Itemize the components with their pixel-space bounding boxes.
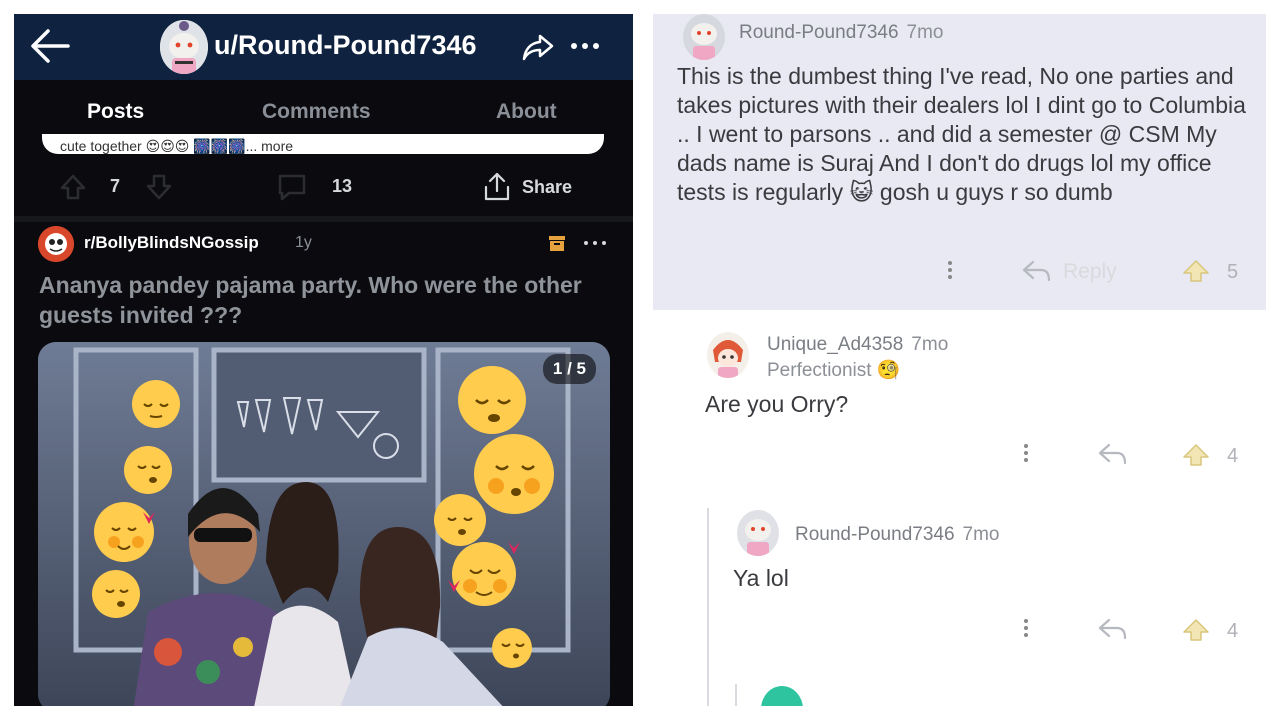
post-header: r/BollyBlindsNGossip 1y	[14, 224, 633, 264]
subreddit-name[interactable]: r/BollyBlindsNGossip	[84, 233, 259, 253]
vote-count: 4	[1227, 620, 1239, 642]
upvote-icon[interactable]	[58, 172, 88, 202]
party-photo	[38, 342, 610, 706]
previous-post-snippet: cute together 😍😍😍 🎆🎆🎆... more	[60, 138, 294, 154]
feed-divider	[14, 216, 633, 222]
commenter-avatar[interactable]	[707, 332, 749, 378]
commenter-avatar[interactable]	[683, 14, 725, 60]
downvote-icon[interactable]	[144, 172, 174, 202]
upvote-icon[interactable]	[1181, 617, 1211, 643]
comment-body: Ya lol	[733, 565, 789, 591]
reply-icon[interactable]	[1097, 616, 1131, 644]
upvote-icon[interactable]	[1181, 442, 1211, 468]
post-action-bar: 7 13 Share	[14, 166, 633, 210]
subreddit-icon[interactable]	[38, 226, 74, 262]
vote-count: 4	[1227, 445, 1239, 467]
comment-body: Are you Orry?	[705, 391, 849, 417]
thread-indent-line	[707, 508, 709, 706]
comment-more-icon[interactable]	[1019, 441, 1033, 467]
comment-body: This is the dumbest thing I've read, No …	[677, 63, 1246, 205]
thread-indent-line	[735, 684, 737, 706]
post-title[interactable]: Ananya pandey pajama party. Who were the…	[39, 270, 619, 330]
vote-count: 7	[110, 176, 121, 196]
comment-bubble-icon[interactable]	[276, 172, 308, 202]
screenshot-collage: u/Round-Pound7346 Posts Comments About c…	[0, 0, 1280, 720]
archive-icon[interactable]	[548, 234, 566, 252]
previous-post-preview[interactable]: cute together 😍😍😍 🎆🎆🎆... more	[42, 134, 604, 154]
comment-more-icon[interactable]	[943, 258, 957, 284]
carousel-page-indicator: 1 / 5	[542, 354, 596, 384]
reply-icon[interactable]	[1097, 441, 1131, 469]
comment-thread-screen: Round-Pound7346 7mo This is the dumbest t…	[653, 14, 1266, 706]
profile-header-bar: u/Round-Pound7346	[14, 14, 633, 80]
vote-count: 5	[1227, 261, 1239, 283]
user-flair: Perfectionist 🧐	[767, 360, 901, 381]
tab-about[interactable]: About	[496, 100, 557, 124]
more-options-icon[interactable]	[567, 32, 603, 60]
back-arrow-icon[interactable]	[28, 26, 72, 66]
commenter-avatar[interactable]	[761, 686, 803, 706]
post-image-carousel[interactable]: 1 / 5	[38, 342, 610, 706]
share-label: Share	[522, 177, 573, 197]
post-age: 1y	[295, 234, 312, 251]
reply-label: Reply	[1063, 260, 1117, 283]
tab-comments[interactable]: Comments	[262, 100, 371, 124]
reddit-profile-screen: u/Round-Pound7346 Posts Comments About c…	[14, 14, 633, 706]
reply-button[interactable]: Reply	[1021, 258, 1141, 286]
commenter-avatar[interactable]	[737, 510, 779, 556]
post-more-options-icon[interactable]	[580, 230, 610, 256]
comment-author[interactable]: Round-Pound7346 7mo	[739, 22, 944, 44]
comment-count: 13	[332, 176, 353, 196]
share-icon[interactable]	[520, 28, 556, 64]
share-button[interactable]: Share	[480, 170, 606, 204]
comment-author[interactable]: Round-Pound7346 7mo	[795, 524, 1000, 546]
upvote-icon[interactable]	[1181, 258, 1211, 284]
comment-more-icon[interactable]	[1019, 616, 1033, 642]
comment-author[interactable]: Unique_Ad4358 7mo	[767, 334, 948, 356]
tab-posts[interactable]: Posts	[87, 100, 144, 124]
profile-username: u/Round-Pound7346	[214, 30, 477, 60]
user-avatar	[160, 20, 208, 74]
